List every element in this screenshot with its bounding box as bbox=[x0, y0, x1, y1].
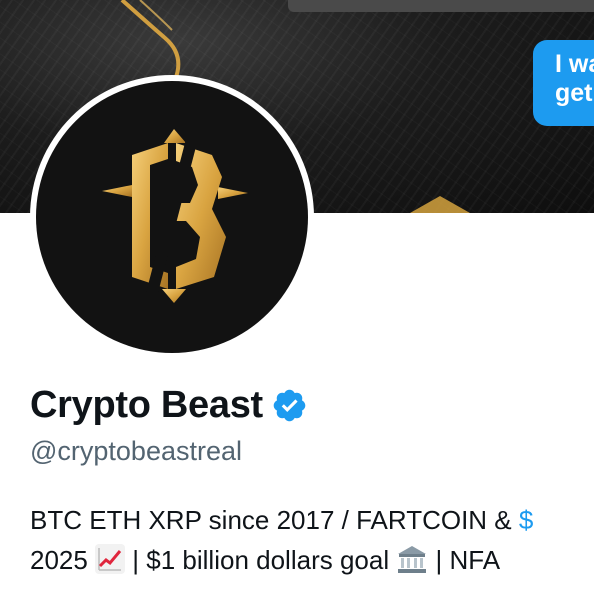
verified-badge-icon[interactable] bbox=[271, 387, 308, 424]
bio-nfa-text: | NFA bbox=[428, 545, 501, 575]
profile-bio: BTC ETH XRP since 2017 / FARTCOIN & $ 20… bbox=[30, 500, 594, 580]
bio-line-2: 2025 | $1 billion dollars goal | NFA bbox=[30, 540, 594, 580]
bio-text: BTC ETH XRP since 2017 / FARTCOIN & bbox=[30, 505, 519, 535]
banner-overlay-bar bbox=[288, 0, 594, 12]
cb-logo bbox=[102, 129, 248, 303]
profile-name-row: Crypto Beast bbox=[30, 380, 308, 430]
avatar-image bbox=[36, 81, 308, 353]
chart-increasing-icon bbox=[95, 544, 126, 574]
bio-goal-text: | $1 billion dollars goal bbox=[125, 545, 397, 575]
display-name: Crypto Beast bbox=[30, 383, 263, 426]
user-handle: @cryptobeastreal bbox=[30, 436, 243, 466]
cashtag-link[interactable]: $ bbox=[519, 505, 533, 535]
speech-bubble-line: I wa bbox=[555, 50, 594, 78]
speech-bubble-line: get bbox=[555, 79, 593, 107]
bio-year: 2025 bbox=[30, 545, 96, 575]
bank-icon bbox=[398, 546, 427, 573]
avatar[interactable] bbox=[30, 75, 314, 359]
bio-line-1: BTC ETH XRP since 2017 / FARTCOIN & $ bbox=[30, 500, 594, 540]
speech-bubble: I wa get bbox=[533, 40, 594, 126]
